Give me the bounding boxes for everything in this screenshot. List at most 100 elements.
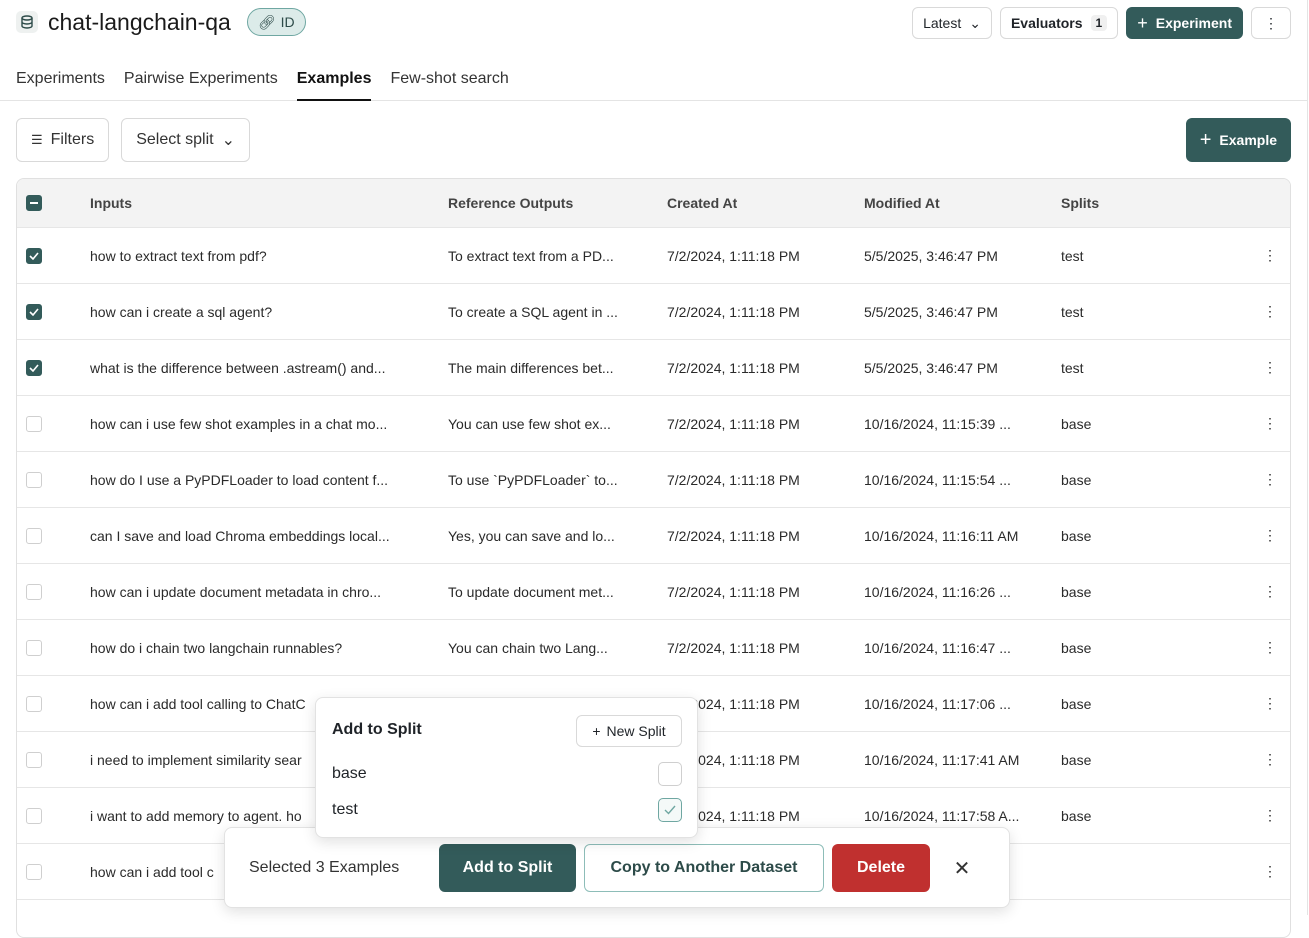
row-menu-kebab-icon[interactable]: ⋮ [1263,415,1277,433]
tab-experiments[interactable]: Experiments [16,60,105,101]
cell-split: base [1061,751,1092,768]
table-row[interactable]: what is the difference between .astream(… [17,340,1290,396]
cell-created-at: 7/2/2024, 1:11:18 PM [667,415,800,432]
row-menu-kebab-icon[interactable]: ⋮ [1263,639,1277,657]
cell-modified-at: 10/16/2024, 11:16:26 ... [864,583,1011,600]
tab-pairwise-experiments[interactable]: Pairwise Experiments [124,60,278,101]
row-menu-kebab-icon[interactable]: ⋮ [1263,751,1277,769]
column-header-created-at[interactable]: Created At [667,179,737,227]
column-header-reference-outputs[interactable]: Reference Outputs [448,179,573,227]
row-checkbox[interactable] [26,247,42,264]
evaluators-count: 1 [1090,15,1108,31]
delete-button[interactable]: Delete [832,844,930,892]
row-checkbox[interactable] [26,695,42,712]
cell-input: how do I use a PyPDFLoader to load conte… [90,471,389,488]
cell-modified-at: 10/16/2024, 11:17:41 AM [864,751,1020,768]
new-split-label: New Split [606,723,666,739]
row-menu-kebab-icon[interactable]: ⋮ [1263,359,1277,377]
row-checkbox[interactable] [26,583,42,600]
row-checkbox[interactable] [26,415,42,432]
table-row[interactable]: how can i create a sql agent? To create … [17,284,1290,340]
row-menu-kebab-icon[interactable]: ⋮ [1263,863,1277,881]
row-menu-kebab-icon[interactable]: ⋮ [1263,583,1277,601]
cell-modified-at: 10/16/2024, 11:15:54 ... [864,471,1011,488]
row-checkbox[interactable] [26,807,42,824]
page-border [1307,0,1308,915]
table-row[interactable]: how to extract text from pdf? To extract… [17,228,1290,284]
tab-examples[interactable]: Examples [296,60,372,101]
add-experiment-button[interactable]: + Experiment [1126,7,1243,39]
cell-created-at: 7/2/2024, 1:11:18 PM [667,359,800,376]
new-split-button[interactable]: + New Split [576,715,682,747]
cell-split: base [1061,695,1092,712]
split-option-base[interactable]: base [332,765,367,783]
row-checkbox[interactable] [26,751,42,768]
close-icon: ✕ [953,857,971,880]
row-menu-kebab-icon[interactable]: ⋮ [1263,527,1277,545]
cell-modified-at: 5/5/2025, 3:46:47 PM [864,359,998,376]
select-all-checkbox[interactable] [26,195,42,211]
copy-id-button[interactable]: 🔗︎ ID [246,8,306,36]
split-test-checkbox[interactable] [658,798,682,822]
experiment-label: Experiment [1155,15,1232,31]
cell-created-at: 7/2/2024, 1:11:18 PM [667,303,800,320]
row-checkbox[interactable] [26,639,42,656]
cell-reference-output: To extract text from a PD... [448,247,614,264]
page-header: chat-langchain-qa 🔗︎ ID [16,8,306,36]
cell-modified-at: 10/16/2024, 11:15:39 ... [864,415,1011,432]
cell-reference-output: You can chain two Lang... [448,639,608,656]
row-checkbox[interactable] [26,303,42,320]
split-option-test[interactable]: test [332,801,358,819]
column-header-inputs[interactable]: Inputs [90,179,132,227]
tab-few-shot-search[interactable]: Few-shot search [390,60,508,101]
cell-reference-output: Yes, you can save and lo... [448,527,615,544]
evaluators-button[interactable]: Evaluators 1 [999,7,1119,39]
row-menu-kebab-icon[interactable]: ⋮ [1263,471,1277,489]
add-example-button[interactable]: + Example [1185,118,1291,162]
row-menu-kebab-icon[interactable]: ⋮ [1263,695,1277,713]
cell-input: how to extract text from pdf? [90,247,267,264]
add-to-split-button[interactable]: Add to Split [439,844,576,892]
split-base-checkbox[interactable] [658,762,682,786]
copy-to-dataset-button[interactable]: Copy to Another Dataset [584,844,824,892]
row-checkbox[interactable] [26,359,42,376]
cell-split: test [1061,303,1084,320]
cell-created-at: 7/2/2024, 1:11:18 PM [667,527,800,544]
column-header-splits[interactable]: Splits [1061,179,1099,227]
cell-reference-output: You can use few shot ex... [448,415,611,432]
table-header: Inputs Reference Outputs Created At Modi… [17,179,1290,228]
row-checkbox[interactable] [26,471,42,488]
selection-count: Selected 3 Examples [249,859,400,876]
add-example-label: Example [1219,132,1277,148]
version-select[interactable]: Latest ⌄ [912,7,992,39]
split-select[interactable]: Select split ⌄ [121,118,250,162]
filters-label: Filters [50,131,95,148]
cell-created-at: 7/2/2024, 1:11:18 PM [667,639,800,656]
table-row[interactable]: how do I use a PyPDFLoader to load conte… [17,452,1290,508]
id-label: ID [280,14,295,30]
cell-modified-at: 10/16/2024, 11:16:11 AM [864,527,1019,544]
row-menu-kebab-icon[interactable]: ⋮ [1263,303,1277,321]
row-checkbox[interactable] [26,527,42,544]
row-checkbox[interactable] [26,863,42,880]
table-row[interactable]: how can i use few shot examples in a cha… [17,396,1290,452]
filters-button[interactable]: ☰ Filters [16,118,110,162]
table-row[interactable]: can I save and load Chroma embeddings lo… [17,508,1290,564]
plus-icon: + [1137,12,1148,33]
cell-modified-at: 5/5/2025, 3:46:47 PM [864,247,998,264]
close-selection-button[interactable]: ✕ [947,844,977,892]
row-menu-kebab-icon[interactable]: ⋮ [1263,807,1277,825]
column-header-modified-at[interactable]: Modified At [864,179,940,227]
cell-reference-output: The main differences bet... [448,359,614,376]
cell-split: base [1061,639,1092,656]
row-menu-kebab-icon[interactable]: ⋮ [1263,247,1277,265]
cell-input: what is the difference between .astream(… [90,359,386,376]
table-row[interactable]: how can i update document metadata in ch… [17,564,1290,620]
cell-split: test [1061,247,1084,264]
table-row[interactable]: how do i chain two langchain runnables? … [17,620,1290,676]
kebab-icon: ⋮ [1264,14,1278,31]
selection-action-bar: Selected 3 Examples Add to Split Copy to… [224,827,1010,908]
cell-reference-output: To create a SQL agent in ... [448,303,618,320]
more-options-button[interactable]: ⋮ [1251,7,1291,39]
cell-split: base [1061,807,1092,824]
